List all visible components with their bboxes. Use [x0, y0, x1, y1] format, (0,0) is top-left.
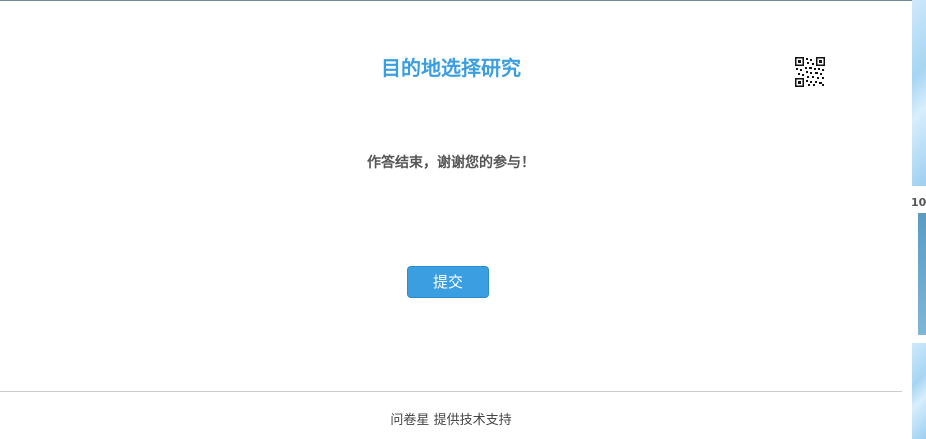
brand-link[interactable]: 问卷星: [390, 413, 429, 428]
page: 目的地选择研究 作答结束，谢谢您的参与！ 提交 问卷星 提供技术支持 10: [0, 0, 926, 439]
qr-code-icon[interactable]: [795, 57, 825, 87]
top-border: [0, 0, 912, 1]
footer-divider: [0, 391, 902, 392]
side-panel: 10: [911, 0, 926, 439]
survey-container: 目的地选择研究 作答结束，谢谢您的参与！ 提交 问卷星 提供技术支持: [0, 0, 912, 439]
submit-button[interactable]: 提交: [407, 266, 489, 298]
footer: 问卷星 提供技术支持: [0, 411, 902, 431]
side-panel-top-decoration: [912, 0, 926, 186]
end-message: 作答结束，谢谢您的参与！: [367, 155, 535, 171]
footer-text: 提供技术支持: [433, 413, 512, 428]
side-panel-bottom-decoration: [912, 343, 926, 439]
side-panel-label: 10: [911, 196, 926, 209]
survey-title: 目的地选择研究: [381, 56, 521, 80]
side-panel-middle-decoration: [918, 213, 926, 335]
